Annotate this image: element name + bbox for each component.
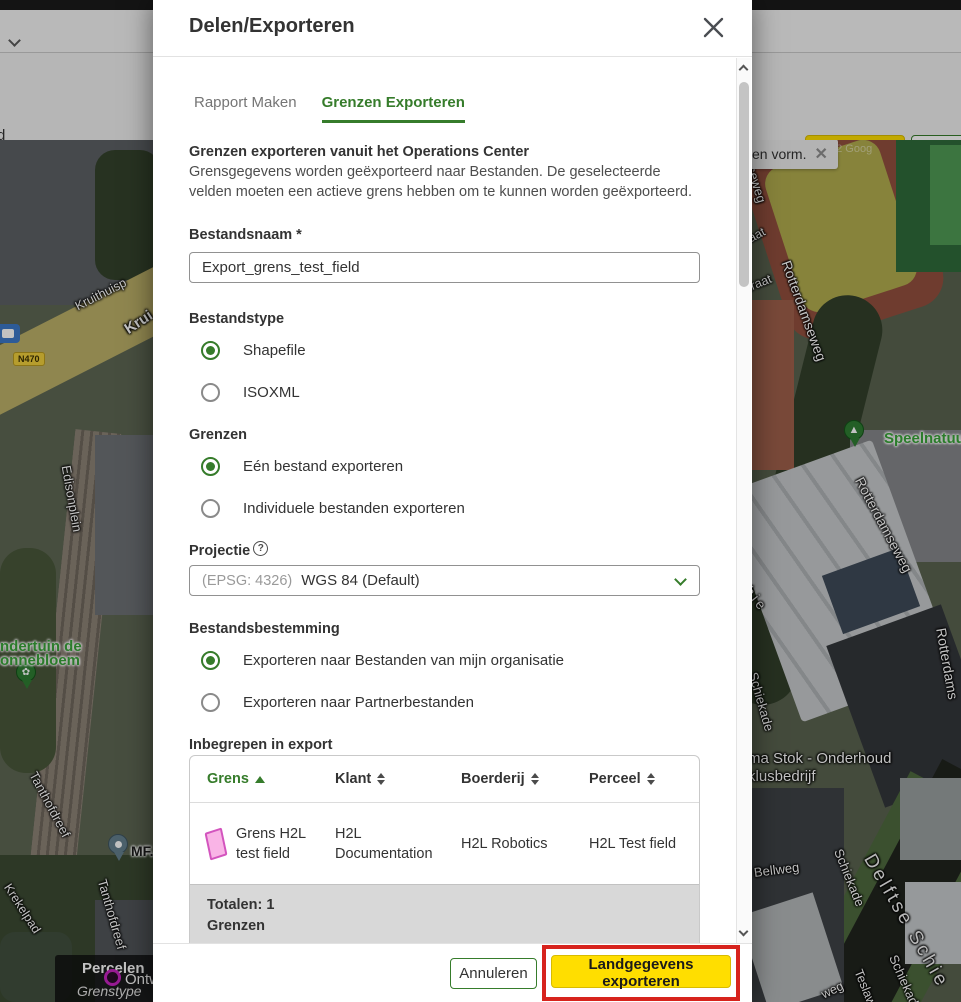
table-totals: Totalen: 1 Grenzen — [190, 884, 699, 943]
radio-selected-icon — [201, 341, 220, 360]
filename-input[interactable] — [189, 252, 700, 283]
chevron-down-icon — [674, 573, 687, 586]
sort-icon — [377, 773, 385, 785]
radio-isoxml[interactable]: ISOXML — [201, 383, 700, 402]
included-label: Inbegrepen in export — [189, 737, 700, 753]
radio-single-file[interactable]: Eén bestand exporteren — [201, 457, 700, 476]
column-klant[interactable]: Klant — [318, 771, 444, 787]
share-export-dialog: Delen/Exporteren Rapport Maken Grenzen E… — [153, 0, 752, 1002]
radio-selected-icon — [201, 457, 220, 476]
table-row[interactable]: Grens H2L test field H2L Documentation H… — [190, 802, 699, 884]
radio-org-files[interactable]: Exporteren naar Bestanden van mijn organ… — [201, 651, 700, 670]
filename-label: Bestandsnaam * — [189, 227, 700, 243]
cell-grens: Grens H2L test field — [236, 824, 308, 864]
cell-perceel: H2L Test field — [572, 834, 684, 854]
sort-icon — [647, 773, 655, 785]
radio-shapefile[interactable]: Shapefile — [201, 341, 700, 360]
scrollbar[interactable] — [736, 58, 751, 943]
projection-value: WGS 84 (Default) — [301, 572, 419, 589]
epsg-code: (EPSG: 4326) — [202, 573, 292, 589]
cell-boerderij: H2L Robotics — [444, 834, 572, 854]
destination-label: Bestandsbestemming — [189, 621, 700, 637]
radio-partner-files[interactable]: Exporteren naar Partnerbestanden — [201, 693, 700, 712]
column-perceel[interactable]: Perceel — [572, 771, 684, 787]
tab-grenzen-exporteren[interactable]: Grenzen Exporteren — [322, 94, 465, 123]
tab-bar: Rapport Maken Grenzen Exporteren — [194, 94, 700, 123]
close-icon[interactable] — [702, 16, 725, 39]
help-icon[interactable]: ? — [253, 541, 268, 556]
table-header: Grens Klant Boerderij Perceel — [190, 756, 699, 802]
column-grens[interactable]: Grens — [190, 771, 318, 787]
section-description: Grensgegevens worden geëxporteerd naar B… — [189, 163, 700, 202]
dialog-body: Rapport Maken Grenzen Exporteren Grenzen… — [153, 58, 736, 943]
export-land-data-button[interactable]: Landgegevens exporteren — [551, 955, 731, 988]
column-boerderij[interactable]: Boerderij — [444, 771, 572, 787]
dialog-header: Delen/Exporteren — [153, 0, 752, 57]
section-heading: Grenzen exporteren vanuit het Operations… — [189, 144, 700, 160]
radio-icon — [201, 693, 220, 712]
filetype-label: Bestandstype — [189, 311, 700, 327]
sort-icon — [531, 773, 539, 785]
dialog-title: Delen/Exporteren — [189, 15, 355, 38]
radio-individual-files[interactable]: Individuele bestanden exporteren — [201, 499, 700, 518]
scrollbar-thumb[interactable] — [739, 82, 749, 287]
scroll-down-icon[interactable] — [739, 927, 749, 937]
export-table: Grens Klant Boerderij Perceel Grens H2L … — [189, 755, 700, 943]
tab-rapport-maken[interactable]: Rapport Maken — [194, 94, 297, 123]
annotation-highlight-box: Landgegevens exporteren — [542, 945, 740, 1001]
projection-label: Projectie ? — [189, 543, 700, 559]
dialog-footer: Annuleren Landgegevens exporteren — [153, 943, 752, 1002]
projection-select[interactable]: (EPSG: 4326) WGS 84 (Default) — [189, 565, 700, 596]
cell-klant: H2L Documentation — [335, 824, 435, 864]
field-boundary-icon — [205, 827, 228, 860]
radio-icon — [201, 383, 220, 402]
scroll-up-icon[interactable] — [739, 65, 749, 75]
sort-asc-icon — [255, 776, 265, 783]
grenzen-label: Grenzen — [189, 427, 700, 443]
radio-icon — [201, 499, 220, 518]
cancel-button[interactable]: Annuleren — [450, 958, 537, 989]
radio-selected-icon — [201, 651, 220, 670]
